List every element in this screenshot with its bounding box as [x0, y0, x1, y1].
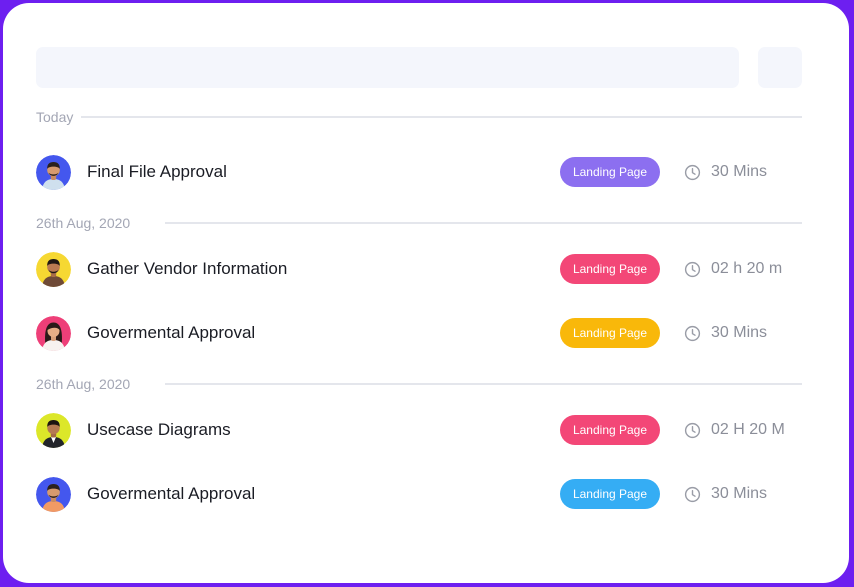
- task-row[interactable]: Govermental Approval Landing Page 30 Min…: [36, 315, 802, 351]
- task-title: Govermental Approval: [87, 323, 256, 342]
- task-duration: 30 Mins: [684, 485, 802, 503]
- task-row[interactable]: Govermental Approval Landing Page 30 Min…: [36, 476, 802, 512]
- duration-text: 30 Mins: [711, 324, 768, 341]
- task-row[interactable]: Final File Approval Landing Page 30 Mins: [36, 154, 802, 190]
- avatar: [36, 154, 71, 190]
- avatar: [36, 476, 71, 512]
- task-duration: 02 H 20 M: [684, 421, 802, 439]
- group-label: 26th Aug, 2020: [36, 215, 131, 231]
- clock-icon: [684, 422, 701, 438]
- divider: [165, 222, 802, 224]
- tag-badge[interactable]: Landing Page: [560, 415, 660, 445]
- tag-badge[interactable]: Landing Page: [560, 479, 660, 509]
- task-duration: 02 h 20 m: [684, 260, 802, 278]
- duration-text: 02 h 20 m: [711, 260, 783, 277]
- avatar: [36, 412, 71, 448]
- filter-button[interactable]: [758, 47, 802, 88]
- task-title: Final File Approval: [87, 162, 227, 181]
- clock-icon: [684, 261, 701, 277]
- search-bar[interactable]: [36, 47, 739, 88]
- group-label: Today: [36, 109, 74, 125]
- group-header-date: 26th Aug, 2020: [36, 374, 802, 394]
- divider: [81, 116, 802, 118]
- task-list-card: Today Final File Approval Landing Page 3…: [3, 3, 849, 583]
- tag-badge[interactable]: Landing Page: [560, 157, 660, 187]
- clock-icon: [684, 486, 701, 502]
- task-duration: 30 Mins: [684, 163, 802, 181]
- task-duration: 30 Mins: [684, 324, 802, 342]
- task-row[interactable]: Usecase Diagrams Landing Page 02 H 20 M: [36, 412, 802, 448]
- task-title: Usecase Diagrams: [87, 420, 231, 439]
- divider: [165, 383, 802, 385]
- avatar: [36, 251, 71, 287]
- group-label: 26th Aug, 2020: [36, 376, 131, 392]
- clock-icon: [684, 164, 701, 180]
- duration-text: 30 Mins: [711, 163, 768, 180]
- clock-icon: [684, 325, 701, 341]
- tag-badge[interactable]: Landing Page: [560, 254, 660, 284]
- duration-text: 02 H 20 M: [711, 421, 785, 438]
- tag-badge[interactable]: Landing Page: [560, 318, 660, 348]
- task-title: Gather Vendor Information: [87, 259, 288, 278]
- task-title: Govermental Approval: [87, 484, 256, 503]
- duration-text: 30 Mins: [711, 485, 768, 502]
- avatar: [36, 315, 71, 351]
- task-row[interactable]: Gather Vendor Information Landing Page 0…: [36, 251, 802, 287]
- group-header-date: 26th Aug, 2020: [36, 213, 802, 233]
- group-header-today: Today: [36, 107, 802, 127]
